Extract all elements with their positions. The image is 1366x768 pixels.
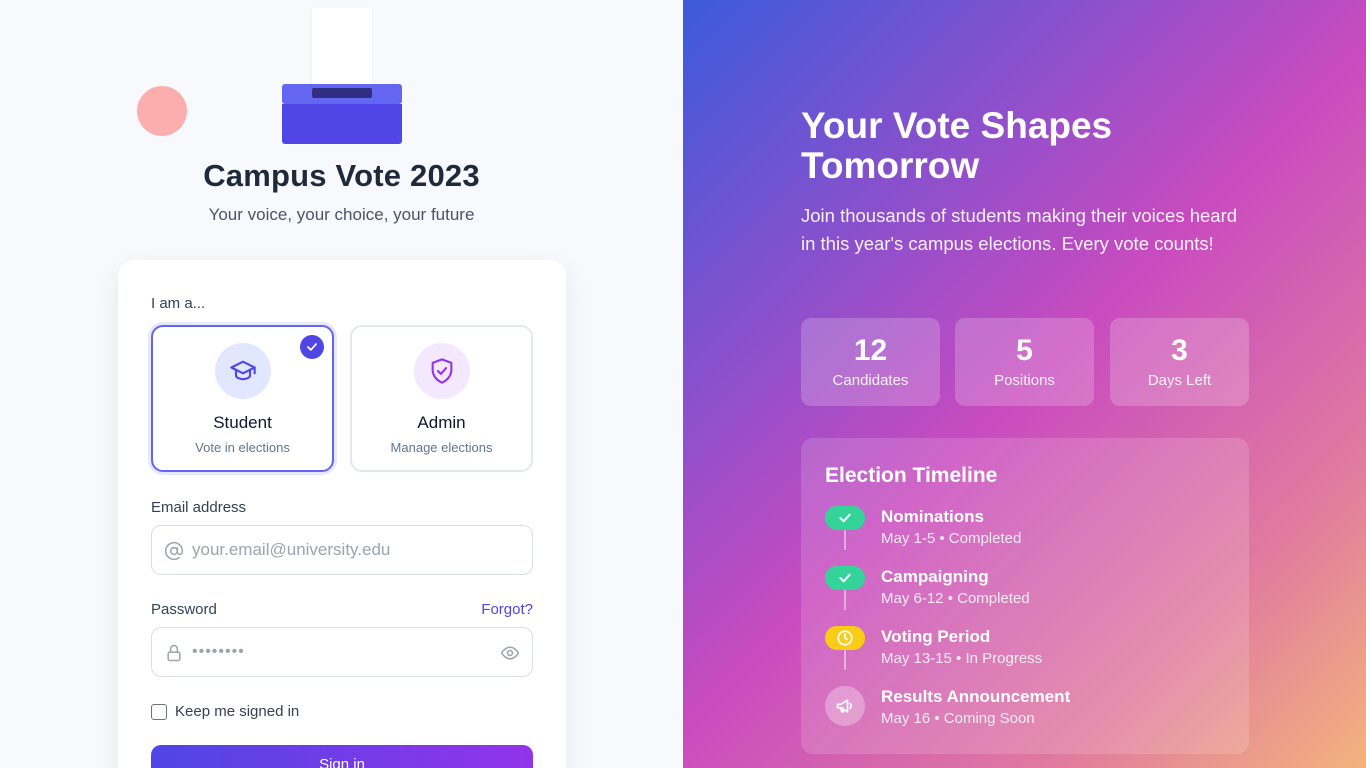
graduation-cap-icon bbox=[215, 343, 271, 399]
timeline-item-name: Nominations bbox=[881, 507, 984, 526]
forgot-password-link[interactable]: Forgot? bbox=[481, 601, 533, 618]
stat-label: Positions bbox=[994, 372, 1055, 389]
check-icon bbox=[825, 506, 865, 530]
timeline-item-date: May 16 • Coming Soon bbox=[881, 710, 1035, 727]
app-title: Campus Vote 2023 bbox=[203, 158, 480, 193]
timeline-connector bbox=[844, 590, 846, 610]
stat-value: 3 bbox=[1171, 334, 1188, 367]
stat-label: Candidates bbox=[832, 372, 909, 389]
remember-me-label: Keep me signed in bbox=[175, 703, 300, 720]
timeline-item-date: May 6-12 • Completed bbox=[881, 590, 1030, 607]
shield-check-icon bbox=[414, 343, 470, 399]
timeline-item-date: May 1-5 • Completed bbox=[881, 530, 1022, 547]
hero-title: Your Vote Shapes Tomorrow bbox=[801, 105, 1113, 186]
ballot-paper-illustration bbox=[312, 8, 372, 88]
selected-check-icon bbox=[300, 335, 324, 359]
role-option-admin[interactable]: Admin Manage elections bbox=[350, 325, 533, 472]
check-icon bbox=[825, 566, 865, 590]
info-panel: Your Vote Shapes Tomorrow Join thousands… bbox=[683, 0, 1366, 768]
role-option-student[interactable]: Student Vote in elections bbox=[151, 325, 334, 472]
timeline-item-name: Campaigning bbox=[881, 567, 989, 586]
password-field[interactable]: •••••••• bbox=[151, 627, 533, 677]
stat-value: 5 bbox=[1016, 334, 1033, 367]
timeline-item-name: Voting Period bbox=[881, 627, 991, 646]
timeline-item: Results Announcement May 16 • Coming Soo… bbox=[825, 686, 1225, 736]
role-name: Admin bbox=[417, 413, 466, 432]
app-subtitle: Your voice, your choice, your future bbox=[208, 205, 475, 224]
timeline-item: Voting Period May 13-15 • In Progress bbox=[825, 626, 1225, 676]
stat-card-candidates: 12 Candidates bbox=[801, 318, 940, 406]
clock-icon bbox=[825, 626, 865, 650]
password-value: •••••••• bbox=[192, 643, 245, 660]
decorative-circle bbox=[137, 86, 187, 136]
timeline-title: Election Timeline bbox=[825, 464, 998, 487]
timeline-connector bbox=[844, 650, 846, 670]
ballot-box-slot bbox=[312, 88, 372, 98]
timeline-item-name: Results Announcement bbox=[881, 687, 1071, 706]
timeline-connector bbox=[844, 530, 846, 550]
eye-icon[interactable] bbox=[500, 643, 520, 663]
remember-me[interactable]: Keep me signed in bbox=[151, 703, 299, 720]
role-prompt: I am a... bbox=[151, 295, 206, 312]
role-description: Manage elections bbox=[390, 440, 493, 455]
login-card: I am a... Student Vote in elections Admi… bbox=[118, 260, 566, 768]
megaphone-icon bbox=[825, 686, 865, 726]
timeline-item: Campaigning May 6-12 • Completed bbox=[825, 566, 1225, 616]
email-placeholder: your.email@university.edu bbox=[192, 540, 391, 559]
email-field[interactable]: your.email@university.edu bbox=[151, 525, 533, 575]
login-panel: Campus Vote 2023 Your voice, your choice… bbox=[0, 0, 683, 768]
role-description: Vote in elections bbox=[195, 440, 290, 455]
timeline-item-date: May 13-15 • In Progress bbox=[881, 650, 1043, 667]
stat-card-positions: 5 Positions bbox=[955, 318, 1094, 406]
remember-me-checkbox[interactable] bbox=[151, 703, 167, 720]
hero-text: Join thousands of students making their … bbox=[801, 205, 1238, 254]
ballot-box-illustration bbox=[282, 104, 402, 144]
sign-in-button[interactable]: Sign in bbox=[151, 745, 533, 768]
lock-icon bbox=[164, 643, 184, 663]
stat-card-days-left: 3 Days Left bbox=[1110, 318, 1249, 406]
password-label: Password bbox=[151, 601, 217, 618]
stat-label: Days Left bbox=[1147, 372, 1212, 389]
election-timeline: Election Timeline Nominations May 1-5 • … bbox=[801, 438, 1249, 754]
timeline-item: Nominations May 1-5 • Completed bbox=[825, 506, 1225, 556]
email-label: Email address bbox=[151, 499, 247, 516]
role-name: Student bbox=[213, 413, 272, 432]
at-sign-icon bbox=[164, 541, 184, 561]
stat-value: 12 bbox=[853, 334, 888, 367]
